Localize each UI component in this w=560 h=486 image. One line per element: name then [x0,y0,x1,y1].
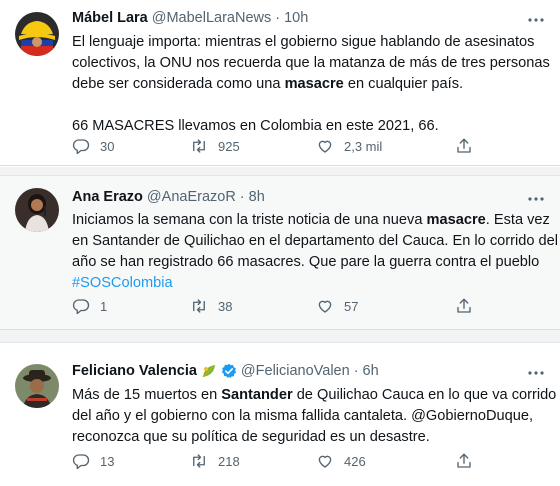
like-count: 2,3 mil [344,138,383,154]
share-icon [457,298,471,313]
tweet-actions: 1 38 57 [72,297,492,317]
heart-icon [318,140,332,153]
like-button[interactable]: 57 [316,297,358,315]
reply-button[interactable]: 13 [72,452,114,470]
separator-dot: · [275,10,281,26]
more-options-icon[interactable] [526,365,546,381]
reply-count: 1 [100,298,108,314]
tweet-text: Iniciamos la semana con la triste notici… [72,210,558,294]
tweet-line: 66 MASACRES llevamos en Colombia en este… [72,118,439,134]
author-name[interactable]: Ana Erazo [72,189,143,205]
share-button[interactable] [455,137,473,155]
tweet-header: Mábel Lara @MabelLaraNews · 10h [72,10,308,26]
timestamp[interactable]: 10h [284,10,308,26]
reply-icon [72,139,90,155]
timestamp[interactable]: 6h [363,363,379,379]
reply-button[interactable]: 30 [72,137,114,155]
tweet-line: debe ser considerada como una masacre en… [72,76,464,92]
retweet-icon [193,454,205,468]
share-button[interactable] [455,297,473,315]
hashtag-link[interactable]: #SOSColombia [72,275,173,291]
retweet-count: 218 [218,453,240,469]
tweet-line: año se han registrado 66 masacres. Que p… [72,254,540,270]
tweet-separator [0,330,560,342]
like-button[interactable]: 2,3 mil [316,137,382,155]
tweet-header: Feliciano Valencia @FelicianoValen · 6h [72,363,379,379]
tweet-actions: 13 218 426 [72,452,492,472]
retweet-icon [193,139,205,153]
tweet-line: #SOSColombia [72,273,550,294]
retweet-count: 925 [218,138,240,154]
tweet-line: El lenguaje importa: mientras el gobiern… [72,34,535,50]
reply-button[interactable]: 1 [72,297,107,315]
heart-icon [318,300,332,313]
like-count: 57 [344,298,359,314]
tweet-line: en Santander de Quilichao en el departam… [72,233,558,249]
avatar[interactable] [15,364,59,408]
share-icon [457,138,471,153]
retweet-button[interactable]: 218 [190,452,240,470]
tweet-header: Ana Erazo @AnaErazoR · 8h [72,189,265,205]
heart-icon [318,455,332,468]
reply-icon [72,454,90,470]
retweet-count: 38 [218,298,233,314]
tweet-separator [0,167,560,175]
share-icon [457,453,471,468]
tweet-line: colectivos, la ONU nos recuerda que la m… [72,55,550,71]
tweet-mabel-lara[interactable]: Mábel Lara @MabelLaraNews · 10h El lengu… [0,0,560,166]
more-options-icon[interactable] [526,12,546,28]
tweet-text: Más de 15 muertos en Santander de Quilic… [72,385,557,448]
avatar[interactable] [15,12,59,56]
author-handle[interactable]: @MabelLaraNews [152,10,272,26]
retweet-icon [193,299,205,313]
reply-count: 13 [100,453,115,469]
separator-dot: · [353,363,359,379]
tweet-text: El lenguaje importa: mientras el gobiern… [72,32,550,137]
author-handle[interactable]: @AnaErazoR [147,189,236,205]
reply-icon [72,299,90,315]
leaf-emoji-icon [201,363,217,379]
tweet-line: del año y el gobierno con la misma falli… [72,408,534,424]
tweet-ana-erazo[interactable]: Ana Erazo @AnaErazoR · 8h Iniciamos la s… [0,175,560,330]
more-options-icon[interactable] [526,191,546,207]
author-name[interactable]: Feliciano Valencia [72,363,197,379]
tweet-feliciano-valencia[interactable]: Feliciano Valencia @FelicianoValen · 6h … [0,342,560,486]
author-handle[interactable]: @FelicianoValen [241,363,350,379]
retweet-button[interactable]: 38 [190,297,232,315]
tweet-line: Iniciamos la semana con la triste notici… [72,212,550,228]
reply-count: 30 [100,138,115,154]
verified-badge-icon [221,363,237,379]
man-with-hat-avatar-icon [15,364,59,408]
like-button[interactable]: 426 [316,452,366,470]
woman-with-microphone-avatar-icon [15,188,59,232]
timestamp[interactable]: 8h [249,189,265,205]
colombian-flag-hat-avatar-icon [15,12,59,56]
tweet-line: Más de 15 muertos en Santander de Quilic… [72,387,557,403]
tweet-line: reconozca que su política de seguridad e… [72,429,430,445]
retweet-button[interactable]: 925 [190,137,240,155]
tweet-actions: 30 925 2,3 mil [72,137,492,157]
avatar[interactable] [15,188,59,232]
like-count: 426 [344,453,366,469]
share-button[interactable] [455,452,473,470]
author-name[interactable]: Mábel Lara [72,10,148,26]
separator-dot: · [239,189,245,205]
